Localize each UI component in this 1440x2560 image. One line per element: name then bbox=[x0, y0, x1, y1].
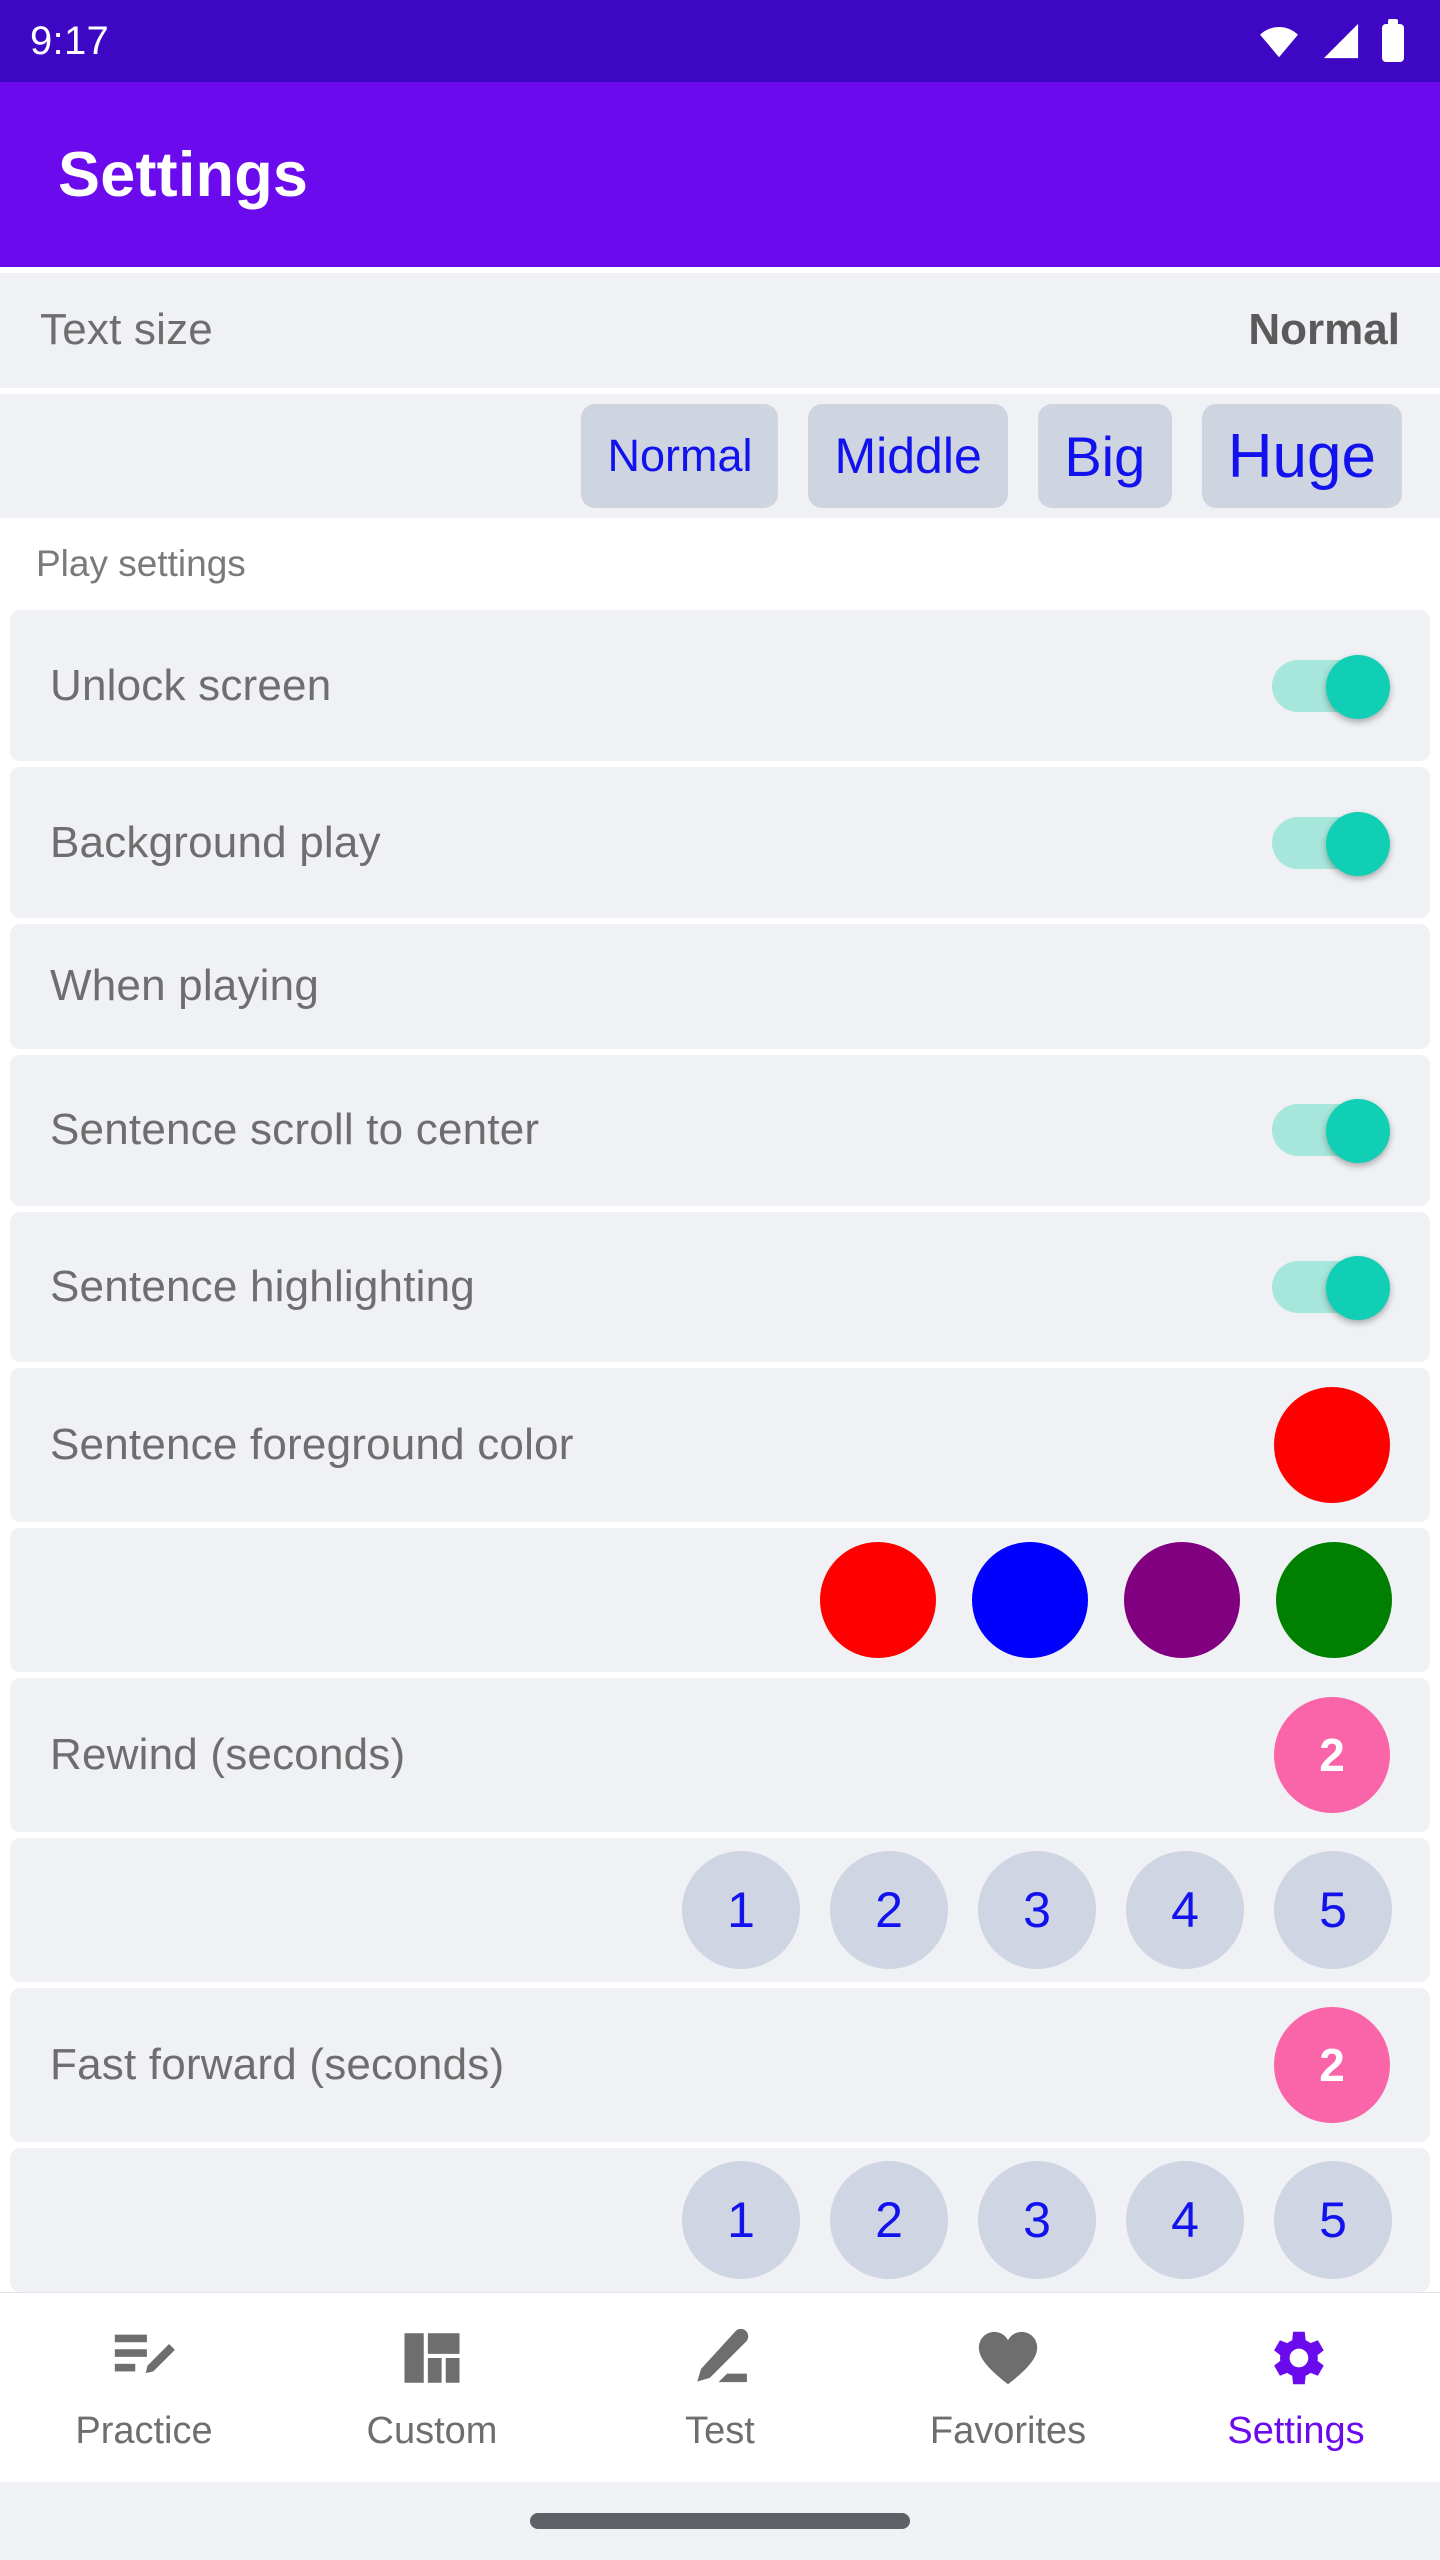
fast-forward-option-1[interactable]: 1 bbox=[682, 2160, 800, 2279]
rewind-options: 1 2 3 4 5 bbox=[10, 1838, 1430, 1983]
text-size-option-middle[interactable]: Middle bbox=[808, 404, 1008, 509]
app-bar: Settings bbox=[0, 82, 1440, 267]
row-background-play[interactable]: Background play bbox=[10, 767, 1430, 919]
when-playing-label: When playing bbox=[50, 961, 319, 1011]
play-settings-header-label: Play settings bbox=[36, 543, 246, 585]
fast-forward-option-3[interactable]: 3 bbox=[978, 2160, 1096, 2279]
text-size-options: Normal Middle Big Huge bbox=[0, 393, 1440, 519]
heart-icon bbox=[973, 2322, 1043, 2394]
list-edit-icon bbox=[109, 2322, 179, 2394]
switch-thumb bbox=[1326, 1099, 1390, 1164]
switch-thumb bbox=[1326, 654, 1390, 719]
status-clock: 9:17 bbox=[30, 18, 110, 63]
text-size-option-big[interactable]: Big bbox=[1037, 404, 1172, 509]
color-option-red[interactable] bbox=[820, 1542, 936, 1659]
rewind-label: Rewind (seconds) bbox=[50, 1730, 406, 1780]
switch-thumb bbox=[1326, 811, 1390, 876]
battery-full-icon bbox=[1380, 5, 1406, 77]
nav-item-test[interactable]: Test bbox=[576, 2322, 864, 2453]
rewind-option-4[interactable]: 4 bbox=[1126, 1851, 1244, 1970]
settings-list: Text size Normal Normal Middle Big Huge … bbox=[0, 267, 1440, 2292]
rewind-option-5[interactable]: 5 bbox=[1274, 1851, 1392, 1970]
wifi-icon bbox=[1256, 5, 1302, 77]
color-option-purple[interactable] bbox=[1124, 1542, 1240, 1659]
sentence-scroll-label: Sentence scroll to center bbox=[50, 1105, 540, 1155]
nav-label-test: Test bbox=[685, 2410, 755, 2452]
nav-item-settings[interactable]: Settings bbox=[1152, 2322, 1440, 2453]
row-sentence-highlighting[interactable]: Sentence highlighting bbox=[10, 1211, 1430, 1363]
dashboard-grid-icon bbox=[399, 2322, 465, 2394]
row-unlock-screen[interactable]: Unlock screen bbox=[10, 610, 1430, 762]
nav-item-practice[interactable]: Practice bbox=[0, 2322, 288, 2453]
nav-item-custom[interactable]: Custom bbox=[288, 2322, 576, 2453]
color-option-green[interactable] bbox=[1276, 1542, 1392, 1659]
sentence-scroll-switch[interactable] bbox=[1272, 1099, 1390, 1164]
unlock-screen-label: Unlock screen bbox=[50, 660, 332, 710]
selected-color-swatch bbox=[1274, 1387, 1390, 1504]
row-sentence-foreground-color[interactable]: Sentence foreground color bbox=[10, 1368, 1430, 1523]
row-when-playing: When playing bbox=[10, 924, 1430, 1049]
fast-forward-option-4[interactable]: 4 bbox=[1126, 2160, 1244, 2279]
fast-forward-options: 1 2 3 4 5 bbox=[10, 2147, 1430, 2292]
status-bar: 9:17 bbox=[0, 0, 1440, 82]
text-size-value: Normal bbox=[1248, 305, 1400, 355]
rewind-option-1[interactable]: 1 bbox=[682, 1851, 800, 1970]
bottom-navigation: Practice Custom Test Favorites Settings bbox=[0, 2292, 1440, 2482]
section-header-play-settings: Play settings bbox=[0, 524, 1440, 605]
pencil-edit-icon bbox=[686, 2322, 754, 2394]
sentence-highlighting-label: Sentence highlighting bbox=[50, 1261, 475, 1311]
fast-forward-option-5[interactable]: 5 bbox=[1274, 2160, 1392, 2279]
row-sentence-scroll-to-center[interactable]: Sentence scroll to center bbox=[10, 1054, 1430, 1206]
text-size-label: Text size bbox=[40, 305, 213, 355]
rewind-option-2[interactable]: 2 bbox=[830, 1851, 948, 1970]
color-option-blue[interactable] bbox=[972, 1542, 1088, 1659]
fast-forward-label: Fast forward (seconds) bbox=[50, 2039, 505, 2089]
nav-label-custom: Custom bbox=[366, 2410, 498, 2452]
gesture-pill[interactable] bbox=[530, 2513, 910, 2529]
nav-label-settings: Settings bbox=[1227, 2410, 1365, 2452]
page-title: Settings bbox=[58, 139, 309, 210]
gesture-navigation-bar bbox=[0, 2482, 1440, 2560]
rewind-value-badge: 2 bbox=[1274, 1697, 1390, 1814]
gear-icon bbox=[1261, 2322, 1331, 2394]
nav-item-favorites[interactable]: Favorites bbox=[864, 2322, 1152, 2453]
text-size-option-normal[interactable]: Normal bbox=[581, 404, 779, 509]
text-size-option-huge[interactable]: Huge bbox=[1201, 404, 1402, 509]
row-fast-forward-seconds[interactable]: Fast forward (seconds) 2 bbox=[10, 1988, 1430, 2142]
row-text-size[interactable]: Text size Normal bbox=[0, 273, 1440, 388]
nav-label-practice: Practice bbox=[75, 2410, 213, 2452]
cellular-signal-icon bbox=[1320, 5, 1362, 77]
row-rewind-seconds[interactable]: Rewind (seconds) 2 bbox=[10, 1678, 1430, 1833]
phone-screen: 9:17 Settings Text size Normal Normal Mi… bbox=[0, 0, 1440, 2560]
background-play-label: Background play bbox=[50, 817, 381, 867]
fast-forward-value-badge: 2 bbox=[1274, 2006, 1390, 2123]
status-icon-group bbox=[1256, 5, 1406, 77]
color-options bbox=[10, 1528, 1430, 1673]
nav-label-favorites: Favorites bbox=[929, 2410, 1087, 2452]
sentence-foreground-color-label: Sentence foreground color bbox=[50, 1420, 574, 1470]
background-play-switch[interactable] bbox=[1272, 811, 1390, 876]
switch-thumb bbox=[1326, 1255, 1390, 1320]
unlock-screen-switch[interactable] bbox=[1272, 654, 1390, 719]
rewind-option-3[interactable]: 3 bbox=[978, 1851, 1096, 1970]
fast-forward-option-2[interactable]: 2 bbox=[830, 2160, 948, 2279]
sentence-highlighting-switch[interactable] bbox=[1272, 1255, 1390, 1320]
